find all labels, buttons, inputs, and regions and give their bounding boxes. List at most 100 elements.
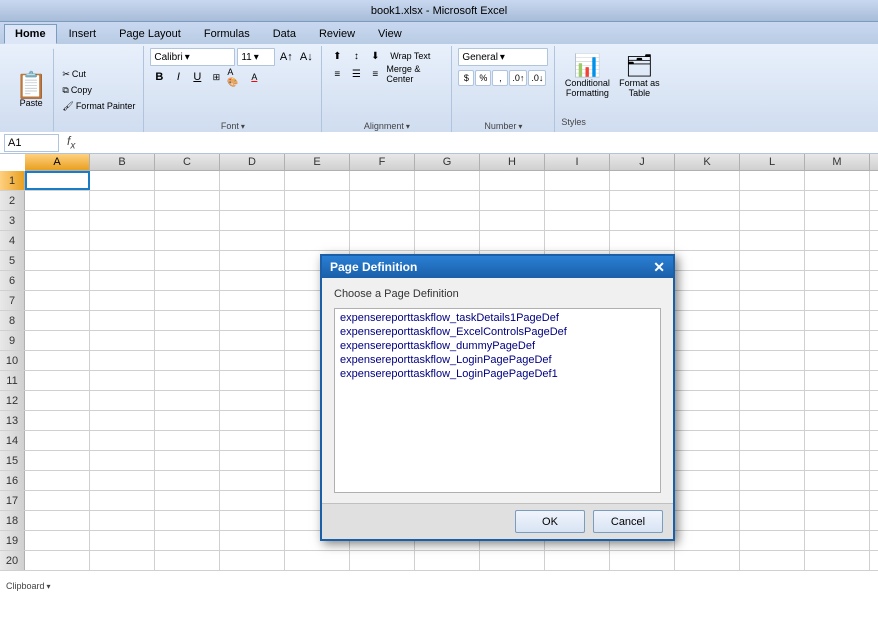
tab-home[interactable]: Home	[4, 24, 57, 44]
cell[interactable]	[90, 331, 155, 350]
paste-button[interactable]: 📋 Paste	[8, 48, 54, 132]
cell[interactable]	[285, 211, 350, 230]
cell[interactable]	[610, 231, 675, 250]
cell[interactable]	[220, 411, 285, 430]
cell[interactable]	[90, 431, 155, 450]
cell-reference-box[interactable]: A1	[4, 134, 59, 152]
cell[interactable]	[220, 311, 285, 330]
cell[interactable]	[480, 231, 545, 250]
cell[interactable]	[740, 271, 805, 290]
cell[interactable]	[155, 491, 220, 510]
cell[interactable]	[805, 251, 870, 270]
cell[interactable]	[740, 191, 805, 210]
ok-button[interactable]: OK	[515, 510, 585, 533]
cell[interactable]	[220, 291, 285, 310]
row-header-7[interactable]: 7	[0, 291, 25, 310]
cell[interactable]	[90, 291, 155, 310]
cell[interactable]	[90, 311, 155, 330]
dollar-button[interactable]: $	[458, 70, 474, 86]
cell[interactable]	[25, 251, 90, 270]
format-painter-button[interactable]: 🖌 Format Painter	[58, 99, 139, 114]
cell[interactable]	[90, 511, 155, 530]
cell[interactable]	[25, 311, 90, 330]
cell[interactable]	[155, 211, 220, 230]
cell[interactable]	[805, 371, 870, 390]
cell[interactable]	[90, 231, 155, 250]
cell[interactable]	[740, 471, 805, 490]
cell[interactable]	[25, 291, 90, 310]
cell[interactable]	[155, 511, 220, 530]
row-header-14[interactable]: 14	[0, 431, 25, 450]
formula-input[interactable]	[83, 134, 874, 152]
row-header-1[interactable]: 1	[0, 171, 25, 190]
cell[interactable]	[90, 351, 155, 370]
cell[interactable]	[675, 531, 740, 550]
cell[interactable]	[25, 531, 90, 550]
list-item[interactable]: expensereporttaskflow_dummyPageDef	[337, 339, 658, 353]
cell[interactable]	[220, 211, 285, 230]
cell[interactable]	[740, 231, 805, 250]
cell[interactable]	[415, 191, 480, 210]
cell[interactable]	[415, 211, 480, 230]
cell[interactable]	[675, 371, 740, 390]
list-item[interactable]: expensereporttaskflow_LoginPagePageDef1	[337, 367, 658, 381]
bold-button[interactable]: B	[150, 68, 168, 86]
row-header-20[interactable]: 20	[0, 551, 25, 570]
row-header-17[interactable]: 17	[0, 491, 25, 510]
col-header-i[interactable]: I	[545, 154, 610, 170]
tab-view[interactable]: View	[367, 24, 413, 44]
cell[interactable]	[155, 531, 220, 550]
list-item[interactable]: expensereporttaskflow_LoginPagePageDef	[337, 353, 658, 367]
cancel-button[interactable]: Cancel	[593, 510, 663, 533]
cell[interactable]	[220, 531, 285, 550]
row-header-2[interactable]: 2	[0, 191, 25, 210]
cell[interactable]	[25, 271, 90, 290]
cell[interactable]	[740, 391, 805, 410]
cell[interactable]	[155, 351, 220, 370]
cell[interactable]	[480, 171, 545, 190]
cell[interactable]	[25, 191, 90, 210]
cell[interactable]	[155, 251, 220, 270]
cell[interactable]	[220, 171, 285, 190]
align-middle-button[interactable]: ↕	[347, 48, 365, 64]
cell[interactable]	[740, 351, 805, 370]
cell[interactable]	[220, 271, 285, 290]
cell[interactable]	[545, 171, 610, 190]
cell[interactable]	[220, 431, 285, 450]
cell[interactable]	[805, 231, 870, 250]
cell[interactable]	[285, 171, 350, 190]
cell[interactable]	[25, 231, 90, 250]
cell[interactable]	[90, 471, 155, 490]
col-header-d[interactable]: D	[220, 154, 285, 170]
cell[interactable]	[90, 211, 155, 230]
cell[interactable]	[155, 551, 220, 570]
cell[interactable]	[675, 411, 740, 430]
cell[interactable]	[415, 231, 480, 250]
cell[interactable]	[285, 191, 350, 210]
cell[interactable]	[220, 191, 285, 210]
dialog-close-button[interactable]: ✕	[653, 260, 665, 274]
cell[interactable]	[25, 171, 90, 190]
cell[interactable]	[740, 311, 805, 330]
cell[interactable]	[350, 231, 415, 250]
col-header-a[interactable]: A	[25, 154, 90, 170]
cell[interactable]	[220, 551, 285, 570]
cell[interactable]	[90, 171, 155, 190]
comma-button[interactable]: ,	[492, 70, 508, 86]
cell[interactable]	[740, 491, 805, 510]
row-header-10[interactable]: 10	[0, 351, 25, 370]
cell[interactable]	[25, 351, 90, 370]
cell[interactable]	[220, 251, 285, 270]
cell[interactable]	[805, 211, 870, 230]
cell[interactable]	[805, 451, 870, 470]
cell[interactable]	[25, 411, 90, 430]
cell[interactable]	[805, 311, 870, 330]
row-header-9[interactable]: 9	[0, 331, 25, 350]
cell[interactable]	[675, 251, 740, 270]
cell[interactable]	[90, 191, 155, 210]
cell[interactable]	[740, 431, 805, 450]
cell[interactable]	[610, 211, 675, 230]
cell[interactable]	[155, 311, 220, 330]
cell[interactable]	[545, 191, 610, 210]
cell[interactable]	[285, 551, 350, 570]
